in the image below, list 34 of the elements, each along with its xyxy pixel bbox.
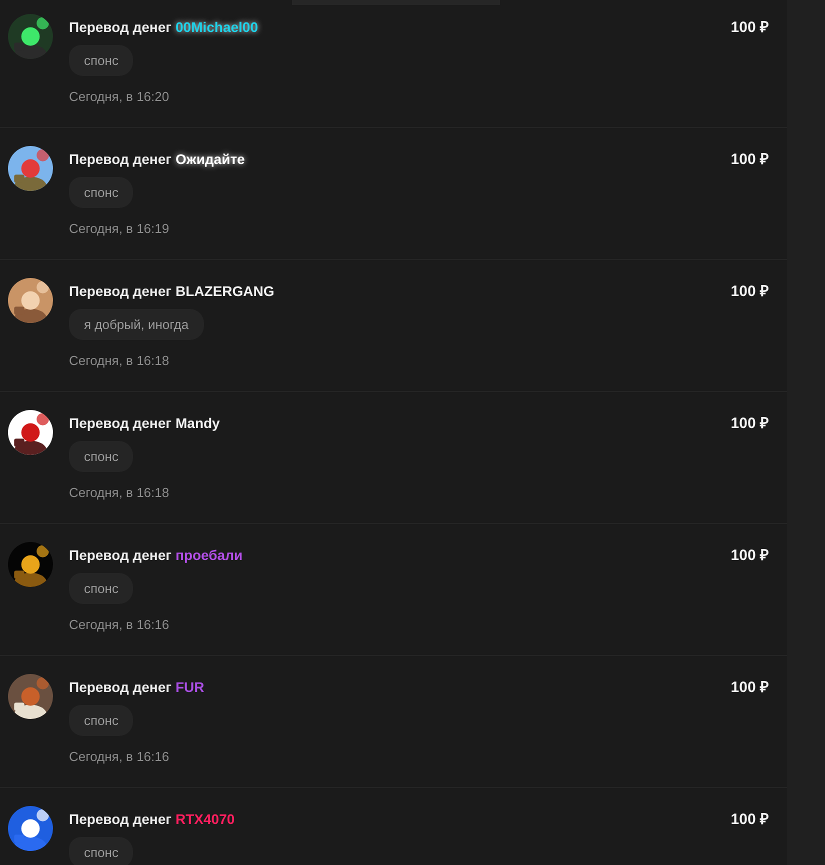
message-bubble: я добрый, иногда (69, 309, 204, 340)
timestamp: Сегодня, в 16:18 (69, 353, 170, 368)
timestamp: Сегодня, в 16:20 (69, 89, 170, 104)
amount: 100 ₽ (730, 678, 769, 696)
donation-title: Перевод денег (69, 283, 172, 299)
donation-title: Перевод денег (69, 679, 172, 695)
donation-title: Перевод денег (69, 151, 172, 167)
amount: 100 ₽ (730, 18, 769, 36)
message-bubble: спонс (69, 837, 134, 865)
sender-name: BLAZERGANG (176, 283, 274, 299)
timestamp: Сегодня, в 16:16 (69, 749, 170, 764)
amount: 100 ₽ (730, 282, 769, 300)
message-bubble: спонс (69, 705, 134, 736)
amount: 100 ₽ (730, 150, 769, 168)
sender-name: FUR (176, 679, 204, 695)
sender-name: 00Michael00 (176, 19, 258, 35)
donation-title: Перевод денег (69, 19, 172, 35)
donation-title: Перевод денег (69, 547, 172, 563)
message-bubble: спонс (69, 177, 134, 208)
sender-name: проебали (176, 547, 243, 563)
message-bubble: спонс (69, 45, 134, 76)
amount: 100 ₽ (730, 414, 769, 432)
message-bubble: спонс (69, 441, 134, 472)
sender-name: Mandy (176, 415, 220, 431)
timestamp: Сегодня, в 16:19 (69, 221, 170, 236)
timestamp: Сегодня, в 16:18 (69, 485, 170, 500)
message-bubble: спонс (69, 573, 134, 604)
timestamp: Сегодня, в 16:16 (69, 617, 170, 632)
amount: 100 ₽ (730, 810, 769, 828)
donation-title: Перевод денег (69, 415, 172, 431)
sender-name: RTX4070 (176, 811, 235, 827)
donation-title: Перевод денег (69, 811, 172, 827)
amount: 100 ₽ (730, 546, 769, 564)
sender-name: Ожидайте (176, 151, 245, 167)
